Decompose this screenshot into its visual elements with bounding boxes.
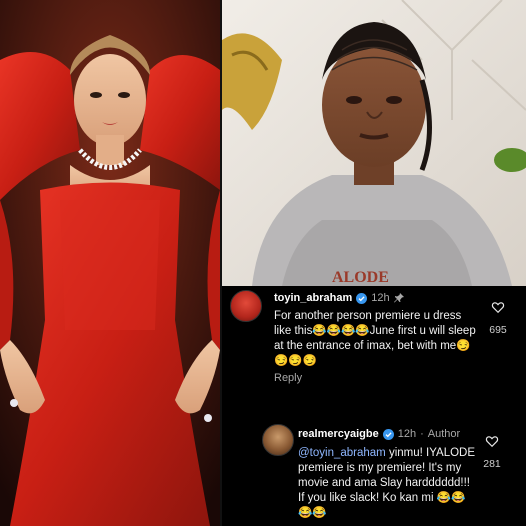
avatar-toyin-abraham[interactable] — [230, 290, 262, 322]
author-badge: Author — [427, 428, 461, 440]
left-photo-woman-red-dress — [0, 0, 220, 526]
like-count: 695 — [489, 324, 507, 336]
comment-meta: toyin_abraham 12h — [274, 292, 404, 304]
comment-meta: realmercyaigbe 12h · Author — [298, 428, 460, 440]
avatar-realmercyaigbe[interactable] — [262, 424, 294, 456]
like-count: 281 — [483, 458, 501, 470]
comments-panel: toyin_abraham 12h For another person pre… — [222, 286, 526, 526]
red-dress-illustration — [0, 0, 220, 526]
verified-icon — [382, 428, 394, 440]
grey-top-illustration: ALODE — [222, 0, 526, 286]
verified-icon — [356, 292, 368, 304]
right-photo-woman-grey-top: ALODE — [222, 0, 526, 286]
svg-text:ALODE: ALODE — [332, 269, 389, 286]
username[interactable]: toyin_abraham — [274, 292, 352, 304]
like-control[interactable]: 695 — [478, 300, 518, 338]
comment-time: 12h — [397, 428, 417, 440]
comment-text: For another person premiere u dress like… — [274, 310, 476, 367]
comment-text: @toyin_abraham yinmu! IYALODE premiere i… — [298, 446, 478, 521]
comment-toyin-abraham: toyin_abraham 12h For another person pre… — [222, 286, 526, 416]
heart-icon[interactable] — [491, 300, 505, 314]
mention-link[interactable]: @toyin_abraham — [298, 447, 386, 459]
like-control[interactable]: 281 — [472, 434, 512, 472]
pin-icon — [393, 293, 404, 303]
reply-button[interactable]: Reply — [274, 372, 302, 384]
meta-separator: · — [420, 428, 424, 440]
comment-realmercyaigbe: realmercyaigbe 12h · Author @toyin_abrah… — [222, 416, 526, 526]
username[interactable]: realmercyaigbe — [298, 428, 379, 440]
comment-time: 12h — [371, 292, 390, 304]
heart-icon[interactable] — [485, 434, 499, 448]
